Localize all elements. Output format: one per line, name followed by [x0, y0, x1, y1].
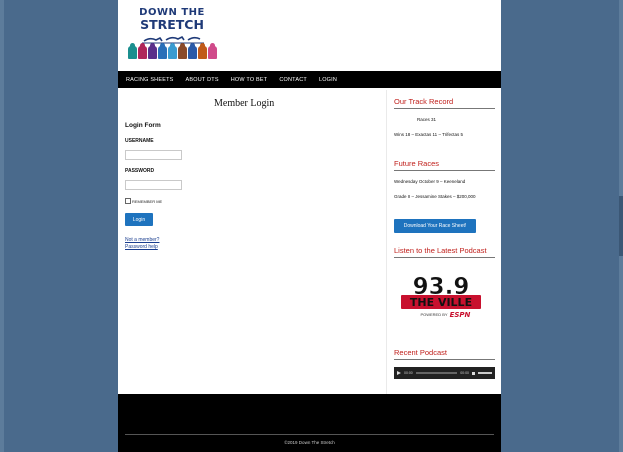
volume-icon[interactable]	[472, 371, 475, 375]
nav-login[interactable]: LOGIN	[313, 77, 343, 83]
main-nav: RACING SHEETS ABOUT DTS HOW TO BET CONTA…	[118, 71, 501, 88]
recent-podcast-rule	[394, 359, 495, 360]
copyright-text: ©2019 Down The Stretch	[284, 440, 335, 445]
jockey-silk-icon	[188, 43, 197, 59]
password-label: PASSWORD	[125, 168, 155, 174]
radio-name: THE VILLE	[410, 296, 472, 309]
jockey-silk-icon	[128, 43, 137, 59]
login-button[interactable]: Login	[125, 213, 153, 226]
races-count: Races 31	[417, 117, 437, 122]
footer-rule	[125, 434, 494, 435]
future-race-date: Wednesday October 9 – Keeneland	[394, 179, 466, 184]
logo-line2: STRETCH	[140, 17, 204, 32]
site-logo[interactable]: DOWN THE STRETCH	[128, 8, 218, 60]
jockey-silk-icon	[168, 43, 177, 59]
remember-checkbox[interactable]	[125, 198, 131, 204]
seek-bar[interactable]	[415, 372, 458, 374]
radio-station-logo[interactable]: 93.9 THE VILLE POWERED BY ESPN	[397, 272, 485, 324]
track-record-rule	[394, 108, 495, 109]
password-input[interactable]	[125, 180, 182, 190]
jockey-silk-icon	[158, 43, 167, 59]
audio-player: 00:00 00:00	[394, 367, 495, 379]
site-header: DOWN THE STRETCH	[118, 0, 501, 71]
username-input[interactable]	[125, 150, 182, 160]
jockey-silk-icon	[198, 43, 207, 59]
nav-racing-sheets[interactable]: RACING SHEETS	[118, 77, 180, 83]
remember-me[interactable]: REMEMBER ME	[125, 198, 162, 204]
total-time: 00:00	[460, 371, 469, 375]
radio-brand: ESPN	[450, 311, 471, 319]
radio-powered: POWERED BY	[420, 312, 447, 317]
jockey-silk-icon	[148, 43, 157, 59]
remember-label: REMEMBER ME	[132, 198, 163, 204]
nav-how-to-bet[interactable]: HOW TO BET	[225, 77, 274, 83]
future-races-rule	[394, 170, 495, 171]
page-title: Member Login	[214, 98, 275, 109]
nav-contact[interactable]: CONTACT	[273, 77, 313, 83]
jockey-silk-icon	[178, 43, 187, 59]
username-label: USERNAME	[125, 138, 154, 144]
not-member-link[interactable]: Not a member?	[125, 237, 159, 243]
page-container: DOWN THE STRETCH RACING SHEETS ABOUT DTS…	[118, 0, 501, 452]
nav-about[interactable]: ABOUT DTS	[180, 77, 225, 83]
site-footer: ©2019 Down The Stretch	[118, 394, 501, 452]
sidebar: Our Track Record Races 31 Wins 18 – Exac…	[386, 90, 502, 394]
track-record-title: Our Track Record	[394, 97, 454, 106]
form-title: Login Form	[125, 122, 161, 129]
podcast-title: Listen to the Latest Podcast	[394, 246, 487, 255]
current-time: 00:00	[404, 371, 413, 375]
logo-text: DOWN THE STRETCH	[137, 8, 207, 32]
recent-podcast-title: Recent Podcast	[394, 348, 447, 357]
play-icon[interactable]	[397, 371, 401, 375]
download-race-sheet-button[interactable]: Download Your Race Sheet!	[394, 219, 476, 233]
password-help-link[interactable]: Password help	[125, 244, 158, 250]
jockey-silks	[128, 43, 218, 60]
jockey-silk-icon	[138, 43, 147, 59]
podcast-rule	[394, 257, 495, 258]
track-stats: Wins 18 – Exactas 11 – Trifectas 5	[394, 132, 463, 137]
future-race-name: Grade II – Jessamine Stakes – $200,000	[394, 194, 476, 199]
volume-slider[interactable]	[478, 372, 492, 374]
scrollbar-thumb[interactable]	[619, 196, 623, 256]
jockey-silk-icon	[208, 43, 217, 59]
main-content: Member Login Login Form USERNAME PASSWOR…	[118, 90, 378, 394]
left-gutter	[0, 0, 4, 452]
future-races-title: Future Races	[394, 159, 440, 168]
